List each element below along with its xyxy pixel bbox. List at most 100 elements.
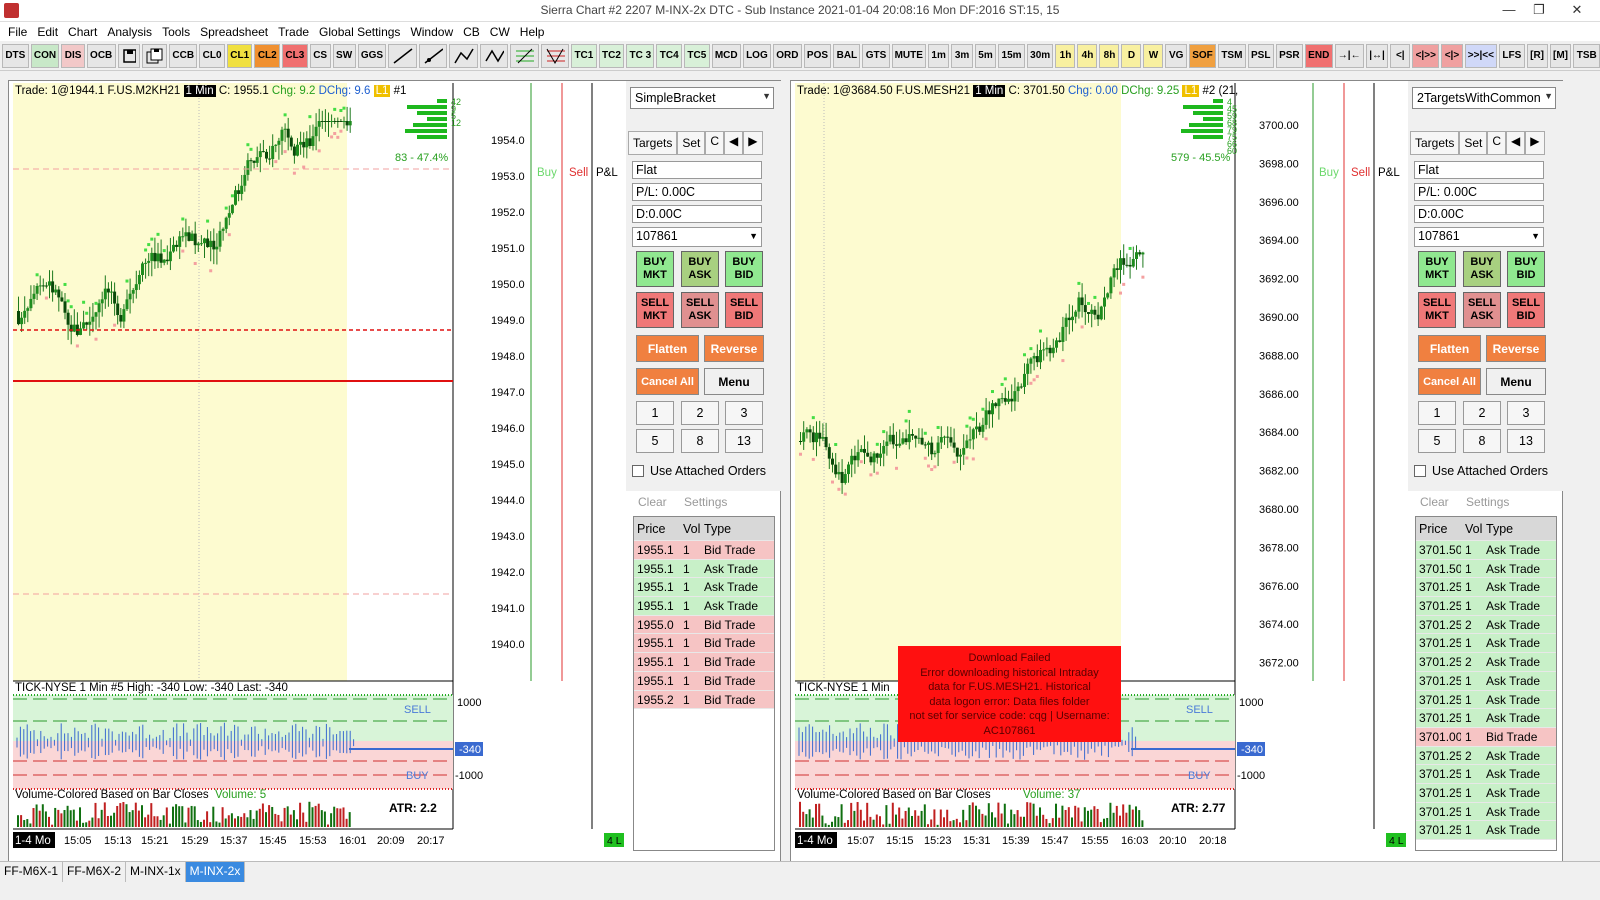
toolbar-gts-button[interactable]: GTS (862, 43, 890, 68)
toolbar-cl3-button[interactable]: CL3 (282, 43, 308, 68)
menu-trade[interactable]: Trade (276, 25, 317, 39)
toolbar-ggs-button[interactable]: GGS (357, 43, 387, 68)
menu-cb[interactable]: CB (461, 25, 488, 39)
close-icon[interactable]: ✕ (1554, 0, 1600, 22)
menu-spreadsheet[interactable]: Spreadsheet (198, 25, 276, 39)
toolbar-30m-button[interactable]: 30m (1026, 43, 1054, 68)
buy-ask-button[interactable]: BUY ASK (1463, 251, 1501, 287)
left-time-and-sales[interactable]: Price Vol Type 1955.1 1 Bid Trade 1955.1 1 Ask T… (633, 516, 775, 851)
qty-8-button[interactable]: 8 (1463, 429, 1501, 453)
ts-clear-button[interactable]: Clear (1420, 495, 1449, 509)
save-all-icon[interactable] (142, 43, 168, 68)
toolbar---button[interactable]: →|← (1334, 43, 1364, 68)
toolbar-cs-button[interactable]: CS (309, 43, 331, 68)
menu-global-settings[interactable]: Global Settings (317, 25, 408, 39)
flatten-button[interactable]: Flatten (636, 335, 699, 362)
toolbar---button[interactable]: <|>> (1412, 43, 1440, 68)
ray-tool-icon[interactable] (418, 43, 448, 68)
toolbar-ord-button[interactable]: ORD (772, 43, 802, 68)
cancel-all-button[interactable]: Cancel All (1418, 368, 1481, 395)
zigzag-icon[interactable] (479, 43, 509, 68)
menu-tools[interactable]: Tools (160, 25, 198, 39)
tab-set[interactable]: Set (1459, 131, 1488, 155)
sell-bid-button[interactable]: SELL BID (1507, 292, 1545, 328)
toolbar-tc1-button[interactable]: TC1 (571, 43, 597, 68)
chartbook-tab[interactable]: M-INX-2x (185, 862, 246, 882)
toolbar-sw-button[interactable]: SW (332, 43, 356, 68)
toolbar-psr-button[interactable]: PSR (1275, 43, 1303, 68)
sell-ask-button[interactable]: SELL ASK (681, 292, 719, 328)
toolbar-bal-button[interactable]: BAL (833, 43, 861, 68)
qty-1-button[interactable]: 1 (1418, 401, 1456, 425)
ts-col-price[interactable]: Price (634, 517, 679, 540)
menu-analysis[interactable]: Analysis (105, 25, 160, 39)
toolbar-log-button[interactable]: LOG (742, 43, 771, 68)
buy-bid-button[interactable]: BUY BID (725, 251, 763, 287)
qty-5-button[interactable]: 5 (636, 429, 674, 453)
qty-13-button[interactable]: 13 (725, 429, 763, 453)
toolbar-pos-button[interactable]: POS (803, 43, 832, 68)
save-icon[interactable] (117, 43, 141, 68)
qty-13-button[interactable]: 13 (1507, 429, 1545, 453)
toolbar-tc-3-button[interactable]: TC 3 (626, 43, 655, 68)
toolbar-psl-button[interactable]: PSL (1247, 43, 1274, 68)
toolbar-ccb-button[interactable]: CCB (169, 43, 198, 68)
sell-market-button[interactable]: SELL MKT (1418, 292, 1456, 328)
tab-targets[interactable]: Targets (1410, 131, 1460, 155)
chartbook-tab[interactable]: FF-M6X-1 (0, 862, 63, 882)
toolbar-cl1-button[interactable]: CL1 (226, 43, 253, 68)
tab-c[interactable]: C (1487, 131, 1507, 155)
toolbar-ocb-button[interactable]: OCB (86, 43, 116, 68)
line-tool-icon[interactable] (388, 43, 417, 68)
menu-button[interactable]: Menu (1486, 368, 1546, 395)
toolbar-4h-button[interactable]: 4h (1077, 43, 1098, 68)
use-attached-orders-checkbox[interactable]: Use Attached Orders (1414, 464, 1548, 478)
ts-col-vol[interactable]: Vol (1461, 517, 1482, 540)
toolbar-w-button[interactable]: W (1143, 43, 1164, 68)
toolbar-d-button[interactable]: D (1121, 43, 1142, 68)
toolbar-sof-button[interactable]: SOF (1188, 43, 1217, 68)
flatten-button[interactable]: Flatten (1418, 335, 1481, 362)
menu-window[interactable]: Window (408, 25, 461, 39)
toolbar-tsb-button[interactable]: TSB (1573, 43, 1600, 68)
toolbar-dis-button[interactable]: DIS (61, 43, 85, 68)
minimize-icon[interactable]: — (1494, 0, 1524, 22)
use-attached-orders-checkbox[interactable]: Use Attached Orders (632, 464, 766, 478)
ts-col-vol[interactable]: Vol (679, 517, 700, 540)
toolbar---button[interactable]: >>|<< (1464, 43, 1498, 68)
sell-bid-button[interactable]: SELL BID (725, 292, 763, 328)
buy-ask-button[interactable]: BUY ASK (681, 251, 719, 287)
toolbar-tsm-button[interactable]: TSM (1218, 43, 1246, 68)
tab-targets[interactable]: Targets (628, 131, 678, 155)
toolbar---button[interactable]: <|> (1441, 43, 1463, 68)
tab-left-arrow-icon[interactable]: ◀ (1506, 131, 1526, 155)
toolbar-1h-button[interactable]: 1h (1055, 43, 1076, 68)
quantity-select[interactable]: 107861 ▼ (1414, 227, 1544, 247)
tab-right-arrow-icon[interactable]: ▶ (1525, 131, 1545, 155)
tab-left-arrow-icon[interactable]: ◀ (724, 131, 744, 155)
tab-c[interactable]: C (705, 131, 725, 155)
strategy-dropdown[interactable]: SimpleBracket ▼ (630, 87, 774, 109)
chartbook-tab[interactable]: M-INX-1x (126, 862, 186, 882)
qty-3-button[interactable]: 3 (1507, 401, 1545, 425)
strategy-dropdown[interactable]: 2TargetsWithCommon ▼ (1412, 87, 1556, 109)
toolbar---button[interactable]: |↔| (1365, 43, 1389, 68)
toolbar--r--button[interactable]: [R] (1526, 43, 1548, 68)
toolbar-mute-button[interactable]: MUTE (891, 43, 926, 68)
toolbar-end-button[interactable]: END (1304, 43, 1333, 68)
fib-tool-icon[interactable] (510, 43, 539, 68)
toolbar-cl0-button[interactable]: CL0 (199, 43, 225, 68)
download-failed-error[interactable]: Download Failed Error downloading histor… (898, 646, 1121, 742)
ts-clear-button[interactable]: Clear (638, 495, 667, 509)
toolbar-tc2-button[interactable]: TC2 (598, 43, 625, 68)
qty-3-button[interactable]: 3 (725, 401, 763, 425)
qty-5-button[interactable]: 5 (1418, 429, 1456, 453)
toolbar-tc4-button[interactable]: TC4 (656, 43, 683, 68)
multi-line-icon[interactable] (449, 43, 478, 68)
right-time-and-sales[interactable]: Price Vol Type 3701.50 1 Ask Trade 3701.50 1 Ask… (1415, 516, 1557, 851)
buy-market-button[interactable]: BUY MKT (1418, 251, 1456, 287)
toolbar-1m-button[interactable]: 1m (927, 43, 950, 68)
ts-col-type[interactable]: Type (700, 517, 770, 540)
toolbar-lfs-button[interactable]: LFS (1499, 43, 1525, 68)
toolbar-mcd-button[interactable]: MCD (711, 43, 741, 68)
